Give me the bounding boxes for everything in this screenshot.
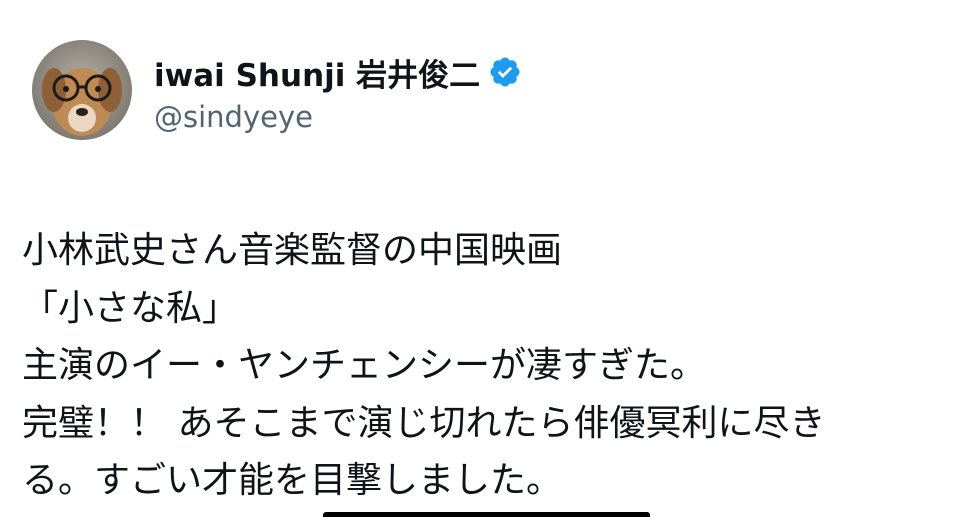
dog-with-glasses-avatar-icon xyxy=(32,40,132,140)
author-names: iwai Shunji 岩井俊二 @sindyeye xyxy=(154,50,522,134)
tweet-text: 小林武史さん音楽監督の中国映画 「小さな私」 主演のイー・ヤンチェンシーが凄すぎ… xyxy=(22,222,967,510)
verified-badge-icon xyxy=(490,57,520,87)
display-name[interactable]: iwai Shunji 岩井俊二 xyxy=(154,50,480,95)
home-indicator xyxy=(323,512,650,517)
avatar[interactable] xyxy=(32,40,132,140)
tweet-header: iwai Shunji 岩井俊二 @sindyeye xyxy=(32,40,522,140)
tweet-line: る。すごい才能を目撃しました。 xyxy=(22,460,563,501)
tweet-line: 「小さな私」 xyxy=(22,287,239,329)
name-row: iwai Shunji 岩井俊二 xyxy=(154,50,522,94)
tweet-line: 小林武史さん音楽監督の中国映画 xyxy=(22,230,563,271)
tweet-line: 完璧！！ あそこまで演じ切れたら俳優冥利に尽き xyxy=(22,402,826,444)
tweet-line: 主演のイー・ヤンチェンシーが凄すぎた。 xyxy=(22,345,707,386)
handle[interactable]: @sindyeye xyxy=(154,100,522,134)
